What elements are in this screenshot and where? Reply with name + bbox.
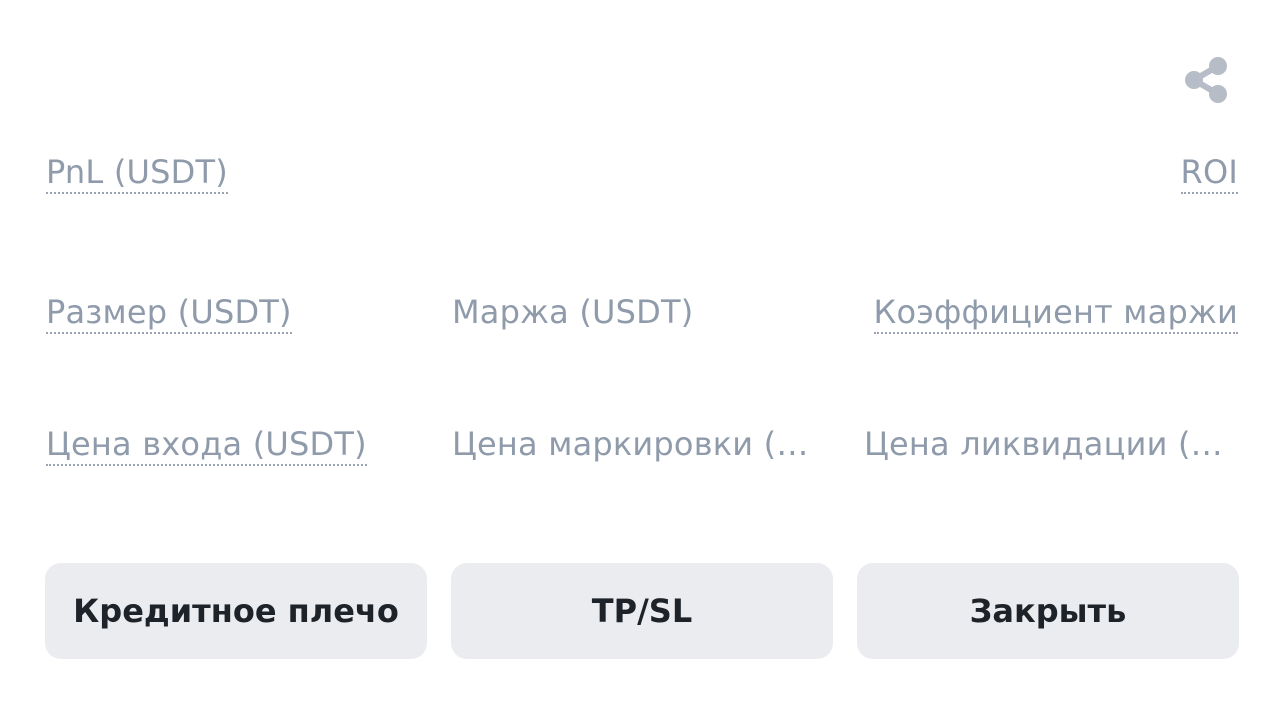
size-label[interactable]: Размер (USDT)	[46, 292, 292, 334]
roi-label[interactable]: ROI	[1180, 152, 1238, 194]
liquidation-price-label: Цена ликвидации (USDT)	[864, 425, 1238, 463]
entry-price-label[interactable]: Цена входа (USDT)	[46, 424, 367, 466]
pnl-label[interactable]: PnL (USDT)	[46, 152, 228, 194]
mark-price-label: Цена маркировки (USDT)	[452, 425, 830, 463]
leverage-button[interactable]: Кредитное плечо	[45, 563, 427, 659]
share-icon[interactable]	[1184, 56, 1232, 104]
tpsl-button[interactable]: TP/SL	[451, 563, 833, 659]
margin-label: Маржа (USDT)	[452, 293, 694, 331]
margin-ratio-label[interactable]: Коэффициент маржи	[873, 292, 1238, 334]
close-position-button[interactable]: Закрыть	[857, 563, 1239, 659]
